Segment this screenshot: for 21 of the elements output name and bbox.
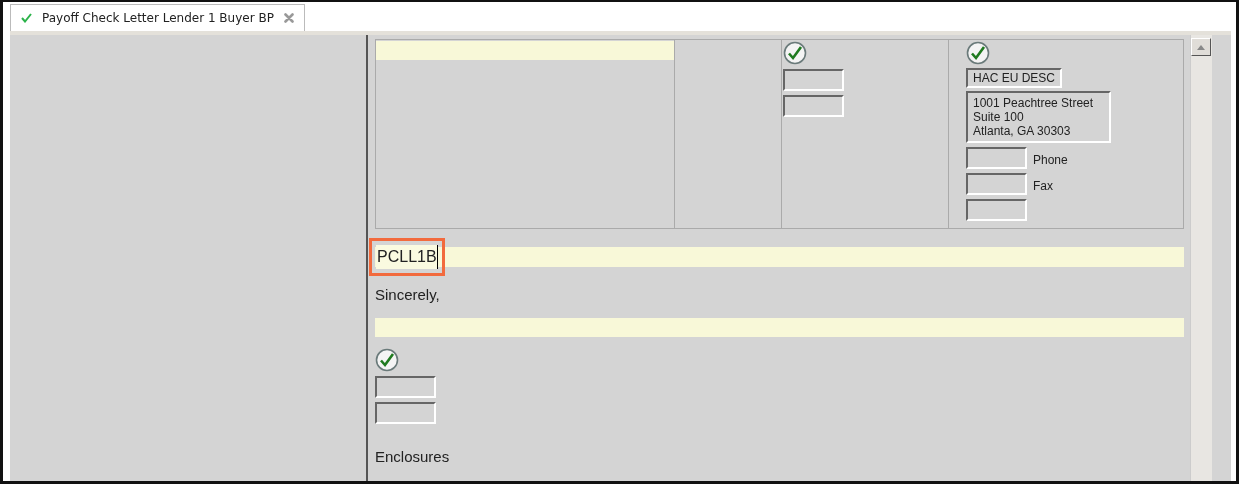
input-field[interactable] <box>376 41 674 60</box>
field-label: Fax <box>1033 178 1053 195</box>
address-box: 1001 Peachtree Street Suite 100 Atlanta, GA 30303 <box>966 91 1111 143</box>
input-field[interactable] <box>375 317 1184 337</box>
name-box: HAC EU DESC <box>966 68 1062 88</box>
document-tab[interactable]: Payoff Check Letter Lender 1 Buyer BP <box>10 4 305 31</box>
tab-label: Payoff Check Letter Lender 1 Buyer BP <box>42 10 274 27</box>
input-field[interactable] <box>375 401 436 424</box>
input-field[interactable] <box>966 199 1027 221</box>
input-field[interactable] <box>966 173 1027 195</box>
closing-text: Sincerely, <box>375 285 441 305</box>
close-icon[interactable] <box>283 13 294 23</box>
input-field[interactable] <box>783 69 844 91</box>
enclosures-text: Enclosures <box>375 446 451 467</box>
input-field[interactable] <box>375 375 436 398</box>
field-label: Phone <box>1033 152 1068 169</box>
checkmark-icon <box>21 13 32 23</box>
input-field[interactable] <box>966 147 1027 169</box>
scroll-up-button[interactable] <box>1191 38 1211 56</box>
input-field[interactable] <box>783 95 844 117</box>
up-arrow-icon <box>1197 44 1205 50</box>
